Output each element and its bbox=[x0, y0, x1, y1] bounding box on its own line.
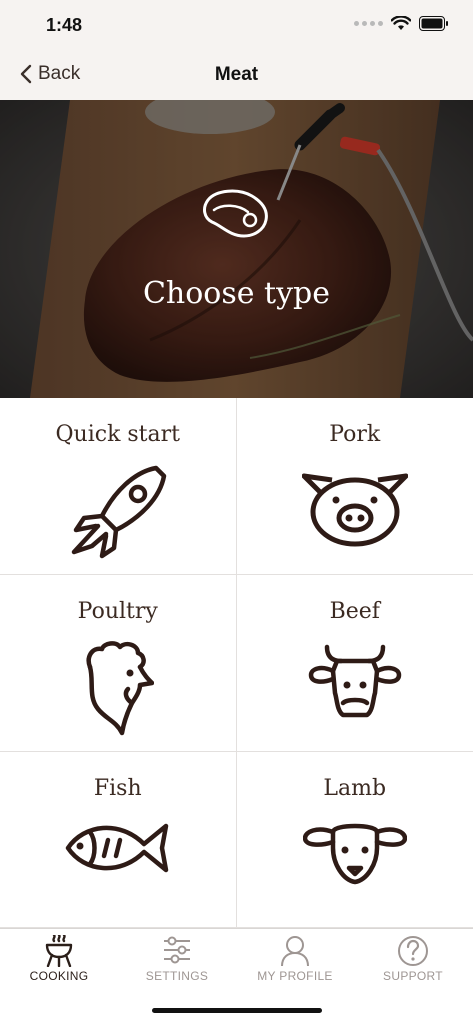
category-quick-start[interactable]: Quick start bbox=[0, 398, 237, 575]
person-icon bbox=[280, 935, 310, 967]
category-label: Fish bbox=[0, 776, 236, 801]
battery-icon bbox=[419, 16, 449, 31]
home-indicator[interactable] bbox=[152, 1008, 322, 1013]
meat-photo bbox=[0, 100, 473, 398]
sliders-icon bbox=[162, 935, 192, 965]
grill-icon bbox=[44, 935, 74, 967]
question-icon bbox=[397, 935, 429, 967]
category-label: Beef bbox=[237, 599, 473, 624]
hero-title: Choose type bbox=[0, 276, 473, 311]
tab-cooking[interactable]: COOKING bbox=[0, 929, 118, 993]
hero-image: Choose type bbox=[0, 100, 473, 398]
tab-settings[interactable]: SETTINGS bbox=[118, 929, 236, 993]
category-lamb[interactable]: Lamb bbox=[237, 752, 473, 928]
tab-label: COOKING bbox=[0, 969, 118, 983]
navigation-bar: Back Meat bbox=[0, 50, 473, 100]
steak-icon bbox=[200, 186, 272, 242]
lamb-icon bbox=[303, 818, 407, 886]
fish-icon bbox=[64, 818, 172, 878]
meat-type-grid: Quick start Pork Poultr bbox=[0, 398, 473, 928]
category-label: Pork bbox=[237, 422, 473, 447]
tab-support[interactable]: SUPPORT bbox=[354, 929, 472, 993]
status-time: 1:48 bbox=[46, 15, 82, 36]
tab-label: MY PROFILE bbox=[236, 969, 354, 983]
rocket-icon bbox=[68, 464, 168, 560]
tab-label: SUPPORT bbox=[354, 969, 472, 983]
tab-label: SETTINGS bbox=[118, 969, 236, 983]
category-poultry[interactable]: Poultry bbox=[0, 575, 237, 752]
category-pork[interactable]: Pork bbox=[237, 398, 473, 575]
category-label: Poultry bbox=[0, 599, 236, 624]
status-icons bbox=[354, 16, 449, 31]
page-title: Meat bbox=[0, 64, 473, 86]
status-bar: 1:48 bbox=[0, 0, 473, 50]
pig-icon bbox=[302, 464, 408, 548]
cow-icon bbox=[307, 641, 403, 721]
category-fish[interactable]: Fish bbox=[0, 752, 237, 928]
signal-icon bbox=[354, 21, 383, 26]
category-beef[interactable]: Beef bbox=[237, 575, 473, 752]
wifi-icon bbox=[391, 16, 411, 31]
category-label: Quick start bbox=[0, 422, 236, 447]
rooster-icon bbox=[82, 641, 154, 737]
category-label: Lamb bbox=[237, 776, 473, 801]
tab-my-profile[interactable]: MY PROFILE bbox=[236, 929, 354, 993]
